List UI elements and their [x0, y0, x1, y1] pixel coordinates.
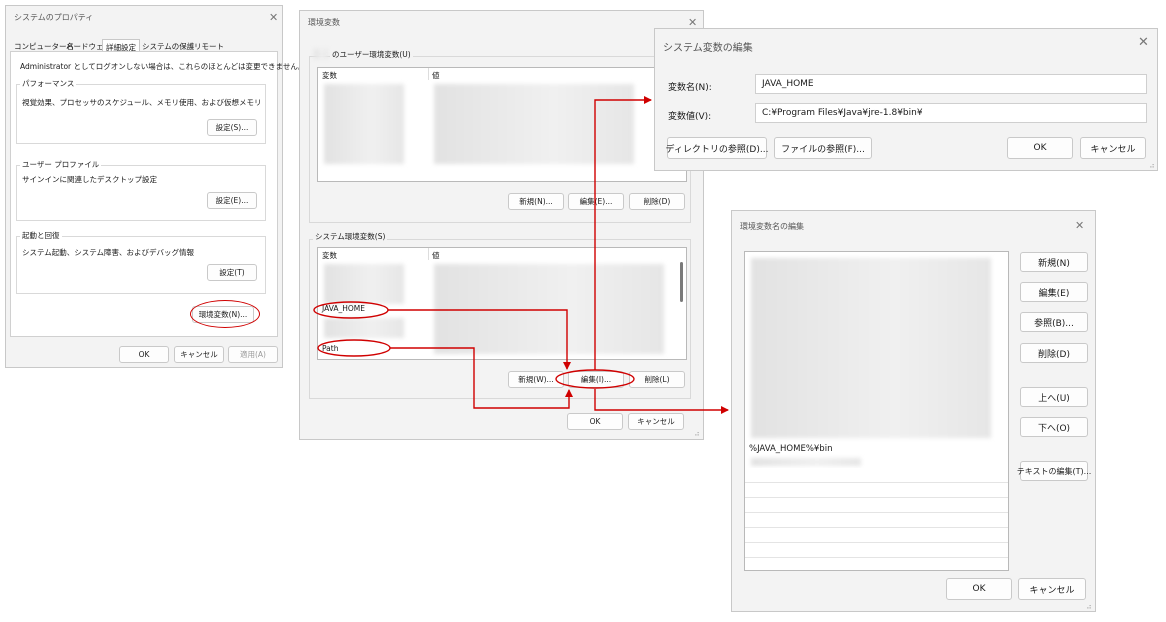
- window-title: システムのプロパティ: [14, 13, 94, 22]
- edit-text-button[interactable]: テキストの編集(T)...: [1017, 461, 1091, 481]
- column-header-value[interactable]: 値: [432, 70, 440, 81]
- new-button[interactable]: 新規(N): [1020, 252, 1088, 272]
- path-entries-redacted: [751, 258, 991, 438]
- performance-desc: 視覚効果、プロセッサのスケジュール、メモリ使用、および仮想メモリ: [22, 98, 262, 107]
- path-entries-list[interactable]: %JAVA_HOME%¥bin: [744, 251, 1009, 571]
- user-profile-label: ユーザー プロファイル: [20, 159, 102, 170]
- cancel-button[interactable]: キャンセル: [174, 346, 224, 363]
- edit-system-variable-window: システム変数の編集 ✕ 変数名(N): JAVA_HOME 変数値(V): C:…: [654, 28, 1158, 171]
- annotation-oval: [190, 300, 260, 328]
- performance-label: パフォーマンス: [20, 78, 77, 89]
- table-row-java-home[interactable]: JAVA_HOME: [322, 304, 365, 313]
- startup-recovery-settings-button[interactable]: 設定(T): [207, 264, 257, 281]
- cancel-button[interactable]: キャンセル: [1080, 137, 1146, 159]
- window-title: 環境変数: [308, 18, 340, 27]
- user-profile-settings-button[interactable]: 設定(E)...: [207, 192, 257, 209]
- variable-value-label: 変数値(V):: [668, 112, 712, 122]
- system-new-button[interactable]: 新規(W)...: [508, 371, 564, 388]
- ok-button[interactable]: OK: [119, 346, 169, 363]
- apply-button: 適用(A): [228, 346, 278, 363]
- list-item-selected[interactable]: %JAVA_HOME%¥bin: [749, 444, 832, 454]
- browse-button[interactable]: 参照(B)...: [1020, 312, 1088, 332]
- ok-button[interactable]: OK: [946, 578, 1012, 600]
- system-variable-names-redacted: [324, 264, 404, 304]
- browse-directory-button[interactable]: ディレクトリの参照(D)...: [666, 137, 768, 159]
- system-properties-window: システムのプロパティ ✕ コンピューター名 ハードウェア 詳細設定 システムの保…: [5, 5, 305, 368]
- column-divider: [428, 248, 429, 260]
- ok-button[interactable]: OK: [1007, 137, 1073, 159]
- system-variables-list[interactable]: 変数 値 JAVA_HOME Path: [317, 247, 687, 360]
- user-name-redacted: [314, 49, 328, 59]
- variable-value-input[interactable]: C:¥Program Files¥Java¥jre-1.8¥bin¥: [755, 103, 1147, 123]
- edit-environment-variable-window: 環境変数名の編集 ✕ %JAVA_HOME%¥bin 新規(N) 編集(E) 参…: [731, 210, 1096, 612]
- column-header-variable[interactable]: 変数: [322, 70, 337, 81]
- list-row-lines: [745, 468, 1008, 570]
- cancel-button[interactable]: キャンセル: [628, 413, 684, 430]
- delete-button[interactable]: 削除(D): [1020, 343, 1088, 363]
- window-title: システム変数の編集: [663, 43, 753, 54]
- user-delete-button[interactable]: 削除(D): [629, 193, 685, 210]
- column-divider: [428, 68, 429, 80]
- system-variables-label: システム環境変数(S): [313, 231, 388, 242]
- startup-recovery-label: 起動と回復: [20, 230, 62, 241]
- edit-button[interactable]: 編集(E): [1020, 282, 1088, 302]
- close-icon[interactable]: ✕: [1075, 219, 1084, 232]
- system-variable-values-redacted: [434, 264, 664, 354]
- environment-variables-window: 環境変数 ✕ のユーザー環境変数(U) 変数 値 新規(N)... 編集(E).…: [299, 10, 704, 440]
- resize-grip-icon[interactable]: ⠴: [694, 429, 700, 438]
- column-header-variable[interactable]: 変数: [322, 250, 337, 261]
- user-edit-button[interactable]: 編集(E)...: [568, 193, 624, 210]
- close-icon[interactable]: ✕: [269, 11, 278, 24]
- user-new-button[interactable]: 新規(N)...: [508, 193, 564, 210]
- resize-grip-icon[interactable]: ⠴: [1086, 602, 1092, 611]
- resize-grip-icon[interactable]: ⠴: [1149, 161, 1155, 170]
- variable-name-input[interactable]: JAVA_HOME: [755, 74, 1147, 94]
- system-edit-button[interactable]: 編集(I)...: [568, 371, 624, 388]
- variable-name-label: 変数名(N):: [668, 83, 712, 93]
- move-down-button[interactable]: 下へ(O): [1020, 417, 1088, 437]
- cancel-button[interactable]: キャンセル: [1018, 578, 1086, 600]
- window-title: 環境変数名の編集: [740, 222, 804, 231]
- browse-file-button[interactable]: ファイルの参照(F)...: [774, 137, 872, 159]
- move-up-button[interactable]: 上へ(U): [1020, 387, 1088, 407]
- user-variables-label: のユーザー環境変数(U): [330, 49, 413, 60]
- system-delete-button[interactable]: 削除(L): [629, 371, 685, 388]
- close-icon[interactable]: ✕: [1138, 35, 1149, 50]
- scrollbar-thumb[interactable]: [680, 262, 683, 302]
- ok-button[interactable]: OK: [567, 413, 623, 430]
- path-entry-redacted: [751, 458, 861, 466]
- admin-note: Administrator としてログオンしない場合は、これらのほとんどは変更で…: [20, 62, 306, 71]
- performance-settings-button[interactable]: 設定(S)...: [207, 119, 257, 136]
- table-row-path[interactable]: Path: [322, 344, 338, 353]
- column-header-value[interactable]: 値: [432, 250, 440, 261]
- user-variable-values-redacted: [434, 84, 634, 164]
- user-profile-desc: サインインに関連したデスクトップ設定: [22, 175, 157, 184]
- startup-recovery-desc: システム起動、システム障害、およびデバッグ情報: [22, 248, 195, 257]
- system-variable-names-redacted: [324, 318, 404, 338]
- user-variables-list[interactable]: 変数 値: [317, 67, 687, 182]
- user-variable-names-redacted: [324, 84, 404, 164]
